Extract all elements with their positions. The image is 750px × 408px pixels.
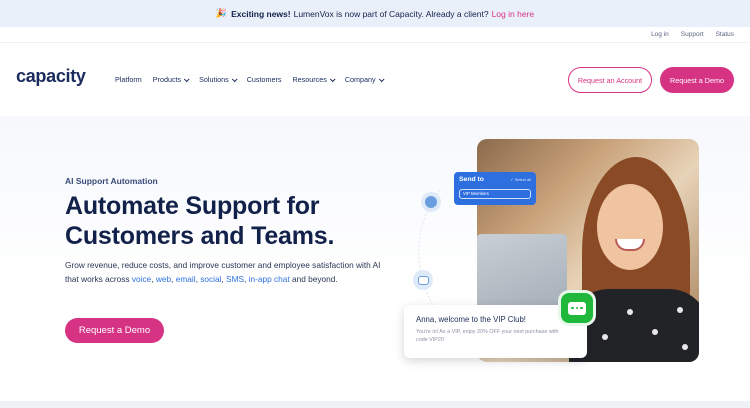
hero-request-demo-button[interactable]: Request a Demo — [65, 318, 164, 343]
chevron-down-icon — [184, 75, 190, 82]
shirt-dot — [677, 307, 683, 313]
utility-status-link[interactable]: Status — [716, 31, 734, 38]
announcement-bold: Exciting news! — [231, 8, 291, 19]
face-shape — [597, 184, 663, 270]
nav-request-demo-button[interactable]: Request a Demo — [660, 67, 734, 93]
segment-select[interactable]: VIP Members — [459, 189, 531, 199]
nav-item-label: Platform — [115, 75, 142, 84]
chevron-down-icon — [231, 75, 238, 82]
nav-menu: Platform Products Solutions Customers Re… — [115, 75, 385, 84]
select-all-label[interactable]: ✓ Select all — [510, 177, 531, 182]
nav-item-label: Resources — [292, 75, 327, 84]
chat-message-card: Anna, welcome to the VIP Club! You're in… — [404, 305, 587, 358]
utility-login-link[interactable]: Log in — [651, 31, 669, 38]
shirt-dot — [682, 344, 688, 350]
chat-bubble-icon — [561, 293, 593, 323]
send-to-card: Send to ✓ Select all VIP Members — [454, 172, 536, 205]
headline-line-1: Automate Support for — [65, 192, 320, 220]
nav-item-label: Products — [152, 75, 182, 84]
shirt-dot — [627, 309, 633, 315]
chevron-down-icon — [329, 75, 336, 82]
nav-item-label: Customers — [246, 75, 282, 84]
headline-line-2: Customers and Teams. — [65, 222, 335, 250]
chevron-down-icon — [378, 75, 385, 82]
announcement-login-link[interactable]: Log in here — [492, 9, 535, 19]
request-account-button[interactable]: Request an Account — [568, 67, 652, 93]
channel-link-sms[interactable]: SMS — [226, 274, 244, 284]
nav-item-products[interactable]: Products — [152, 75, 190, 84]
nav-item-company[interactable]: Company — [344, 75, 385, 84]
main-nav: capacity Platform Products Solutions Cus… — [0, 44, 750, 116]
nav-item-solutions[interactable]: Solutions — [199, 75, 238, 84]
utility-support-link[interactable]: Support — [681, 31, 704, 38]
nav-item-label: Solutions — [199, 75, 229, 84]
party-popper-icon: 🎉 — [215, 8, 228, 18]
nav-item-resources[interactable]: Resources — [292, 75, 336, 84]
desktop-channel-icon — [413, 270, 433, 290]
utility-nav: Log in Support Status — [0, 27, 750, 43]
shirt-dot — [652, 329, 658, 335]
bottom-divider — [0, 401, 750, 408]
channel-link-social[interactable]: social — [200, 274, 221, 284]
channel-link-in-app-chat[interactable]: in-app chat — [249, 274, 290, 284]
channel-link-email[interactable]: email — [176, 274, 196, 284]
announcement-text: LumenVox is now part of Capacity. Alread… — [293, 8, 489, 19]
announcement-bar: 🎉 Exciting news! LumenVox is now part of… — [0, 0, 750, 27]
hero-headline: Automate Support for Customers and Teams… — [65, 191, 334, 251]
web-channel-icon — [421, 192, 441, 212]
segment-value: VIP Members — [463, 191, 489, 196]
hero-description: Grow revenue, reduce costs, and improve … — [65, 260, 381, 284]
hero-eyebrow: AI Support Automation — [65, 176, 158, 186]
shirt-dot — [602, 334, 608, 340]
desc-end: and beyond. — [292, 274, 338, 284]
nav-item-label: Company — [344, 75, 376, 84]
capacity-logo[interactable]: capacity — [16, 66, 86, 87]
nav-item-customers[interactable]: Customers — [247, 75, 282, 84]
chat-body: You're in! As a VIP, enjoy 20% OFF your … — [416, 329, 559, 343]
channel-link-voice[interactable]: voice — [132, 274, 151, 284]
channel-link-web[interactable]: web — [156, 274, 171, 284]
chat-title: Anna, welcome to the VIP Club! — [416, 315, 526, 324]
nav-item-platform[interactable]: Platform — [115, 75, 142, 84]
